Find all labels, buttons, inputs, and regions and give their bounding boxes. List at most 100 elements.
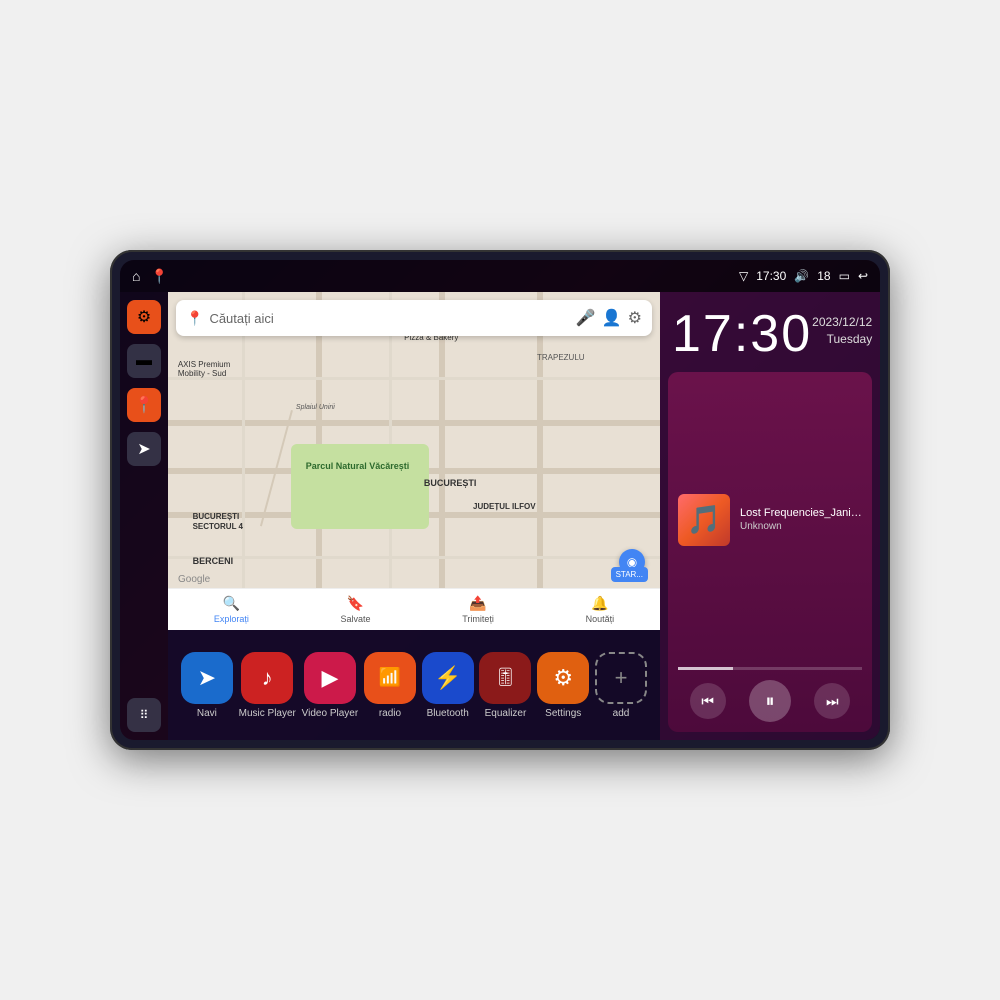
map-label-berceni: BERCENI [193, 556, 234, 566]
next-button[interactable]: ⏭ [814, 683, 850, 719]
explore-icon: 🔍 [223, 595, 240, 612]
pause-icon: ⏸ [765, 691, 774, 712]
main-content: ⚙ ▬ 📍 ➤ ⠿ [120, 292, 880, 740]
app-video-player-label: Video Player [302, 708, 359, 719]
status-time: 17:30 [756, 269, 786, 283]
map-nav-saved[interactable]: 🔖 Salvate [341, 595, 371, 624]
app-grid: ➤ Navi ♪ Music Player ▶ V [168, 630, 660, 740]
saved-icon: 🔖 [347, 595, 364, 612]
road-sec-v1 [242, 292, 245, 630]
bluetooth-icon-bg: ⚡ [422, 652, 474, 704]
google-logo: Google [178, 574, 210, 585]
explore-label: Explorați [214, 614, 249, 624]
map-nav-share[interactable]: 📤 Trimiteți [462, 595, 494, 624]
radio-icon: 📶 [379, 667, 401, 688]
navi-icon-bg: ➤ [181, 652, 233, 704]
settings-gear-icon: ⚙ [553, 665, 573, 691]
app-navi-label: Navi [197, 708, 217, 719]
add-icon-bg: + [595, 652, 647, 704]
play-pause-button[interactable]: ⏸ [749, 680, 791, 722]
map-label-trap: TRAPEZULU [537, 353, 585, 362]
app-bluetooth-label: Bluetooth [427, 708, 469, 719]
app-equalizer-label: Equalizer [485, 708, 527, 719]
share-label: Trimiteți [462, 614, 494, 624]
music-player-icon: ♪ [262, 665, 273, 691]
app-video-player[interactable]: ▶ Video Player [302, 652, 359, 719]
user-icon[interactable]: 👤 [602, 308, 622, 328]
app-equalizer[interactable]: 🎚 Equalizer [479, 652, 531, 719]
back-icon[interactable]: ↩ [858, 269, 868, 283]
share-icon: 📤 [469, 595, 486, 612]
video-player-icon-bg: ▶ [304, 652, 356, 704]
music-info: Lost Frequencies_Janie... Unknown [740, 507, 862, 532]
nav-arrow-icon: ➤ [137, 439, 150, 459]
clock-day: Tuesday [812, 331, 872, 348]
battery-level: 18 [817, 269, 830, 283]
map-search-icons: 🎤 👤 ⚙ [576, 308, 642, 328]
app-music-player[interactable]: ♪ Music Player [239, 652, 296, 719]
start-button[interactable]: STAR... [611, 567, 648, 582]
map-icon: 📍 [150, 268, 167, 285]
sidebar-item-settings[interactable]: ⚙ [127, 300, 161, 334]
sidebar-item-files[interactable]: ▬ [127, 344, 161, 378]
music-title: Lost Frequencies_Janie... [740, 507, 862, 519]
app-settings[interactable]: ⚙ Settings [537, 652, 589, 719]
home-icon: ⌂ [132, 268, 140, 284]
music-artist: Unknown [740, 521, 862, 532]
news-label: Noutăți [586, 614, 615, 624]
clock-section: 17:30 2023/12/12 Tuesday [660, 292, 880, 372]
files-icon: ▬ [136, 352, 152, 370]
map-label-park: Parcul Natural Văcărești [306, 461, 410, 471]
map-label-splaiul: Splaiul Unirii [296, 404, 335, 411]
bluetooth-icon: ⚡ [434, 665, 461, 691]
music-cover-icon: 🎵 [687, 503, 722, 536]
status-bar: ⌂ 📍 ▽ 17:30 🔊 18 ▭ ↩ [120, 260, 880, 292]
map-search-bar[interactable]: 📍 Căutați aici 🎤 👤 ⚙ [176, 300, 652, 336]
status-left: ⌂ 📍 [132, 268, 168, 285]
app-add[interactable]: + add [595, 652, 647, 719]
navi-icon: ➤ [198, 665, 216, 691]
music-player: 🎵 Lost Frequencies_Janie... Unknown ⏮ [668, 372, 872, 732]
clock-date: 2023/12/12 Tuesday [812, 308, 872, 348]
map-nav-news[interactable]: 🔔 Noutăți [586, 595, 615, 624]
status-right: ▽ 17:30 🔊 18 ▭ ↩ [739, 269, 868, 283]
road-v3 [537, 292, 543, 630]
sidebar-item-navigation[interactable]: ➤ [127, 432, 161, 466]
music-player-icon-bg: ♪ [241, 652, 293, 704]
map-label-axis: AXIS PremiumMobility - Sud [178, 360, 230, 379]
app-navi[interactable]: ➤ Navi [181, 652, 233, 719]
sidebar: ⚙ ▬ 📍 ➤ ⠿ [120, 292, 168, 740]
app-settings-label: Settings [545, 708, 581, 719]
map-search-text[interactable]: Căutați aici [209, 311, 569, 326]
wifi-icon: ▽ [739, 269, 748, 283]
music-controls: ⏮ ⏸ ⏭ [668, 670, 872, 732]
settings-icon: ⚙ [137, 307, 151, 327]
mic-icon[interactable]: 🎤 [576, 308, 596, 328]
equalizer-icon-bg: 🎚 [479, 652, 531, 704]
settings-icon-bg: ⚙ [537, 652, 589, 704]
center-area: AXIS PremiumMobility - Sud Pizza & Baker… [168, 292, 660, 740]
prev-button[interactable]: ⏮ [690, 683, 726, 719]
road-v2 [439, 292, 445, 630]
equalizer-icon: 🎚 [494, 667, 517, 688]
add-icon: + [615, 665, 628, 691]
map-label-sector4: BUCUREȘTISECTORUL 4 [193, 512, 243, 533]
clock-time: 17:30 [672, 308, 812, 360]
sidebar-item-maps[interactable]: 📍 [127, 388, 161, 422]
app-radio[interactable]: 📶 radio [364, 652, 416, 719]
google-maps-logo: 📍 [186, 310, 203, 327]
news-icon: 🔔 [591, 595, 608, 612]
map-label-ilfov: JUDEȚUL ILFOV [473, 502, 536, 511]
radio-icon-bg: 📶 [364, 652, 416, 704]
map-background: AXIS PremiumMobility - Sud Pizza & Baker… [168, 292, 660, 630]
map-nav-explore[interactable]: 🔍 Explorați [214, 595, 249, 624]
settings-dots-icon[interactable]: ⚙ [628, 308, 642, 328]
sidebar-item-all-apps[interactable]: ⠿ [127, 698, 161, 732]
next-icon: ⏭ [826, 693, 839, 710]
screen: ⌂ 📍 ▽ 17:30 🔊 18 ▭ ↩ ⚙ ▬ [120, 260, 880, 740]
device-frame: ⌂ 📍 ▽ 17:30 🔊 18 ▭ ↩ ⚙ ▬ [110, 250, 890, 750]
map-container[interactable]: AXIS PremiumMobility - Sud Pizza & Baker… [168, 292, 660, 630]
battery-icon: ▭ [839, 269, 850, 283]
prev-icon: ⏮ [701, 693, 714, 710]
app-bluetooth[interactable]: ⚡ Bluetooth [422, 652, 474, 719]
